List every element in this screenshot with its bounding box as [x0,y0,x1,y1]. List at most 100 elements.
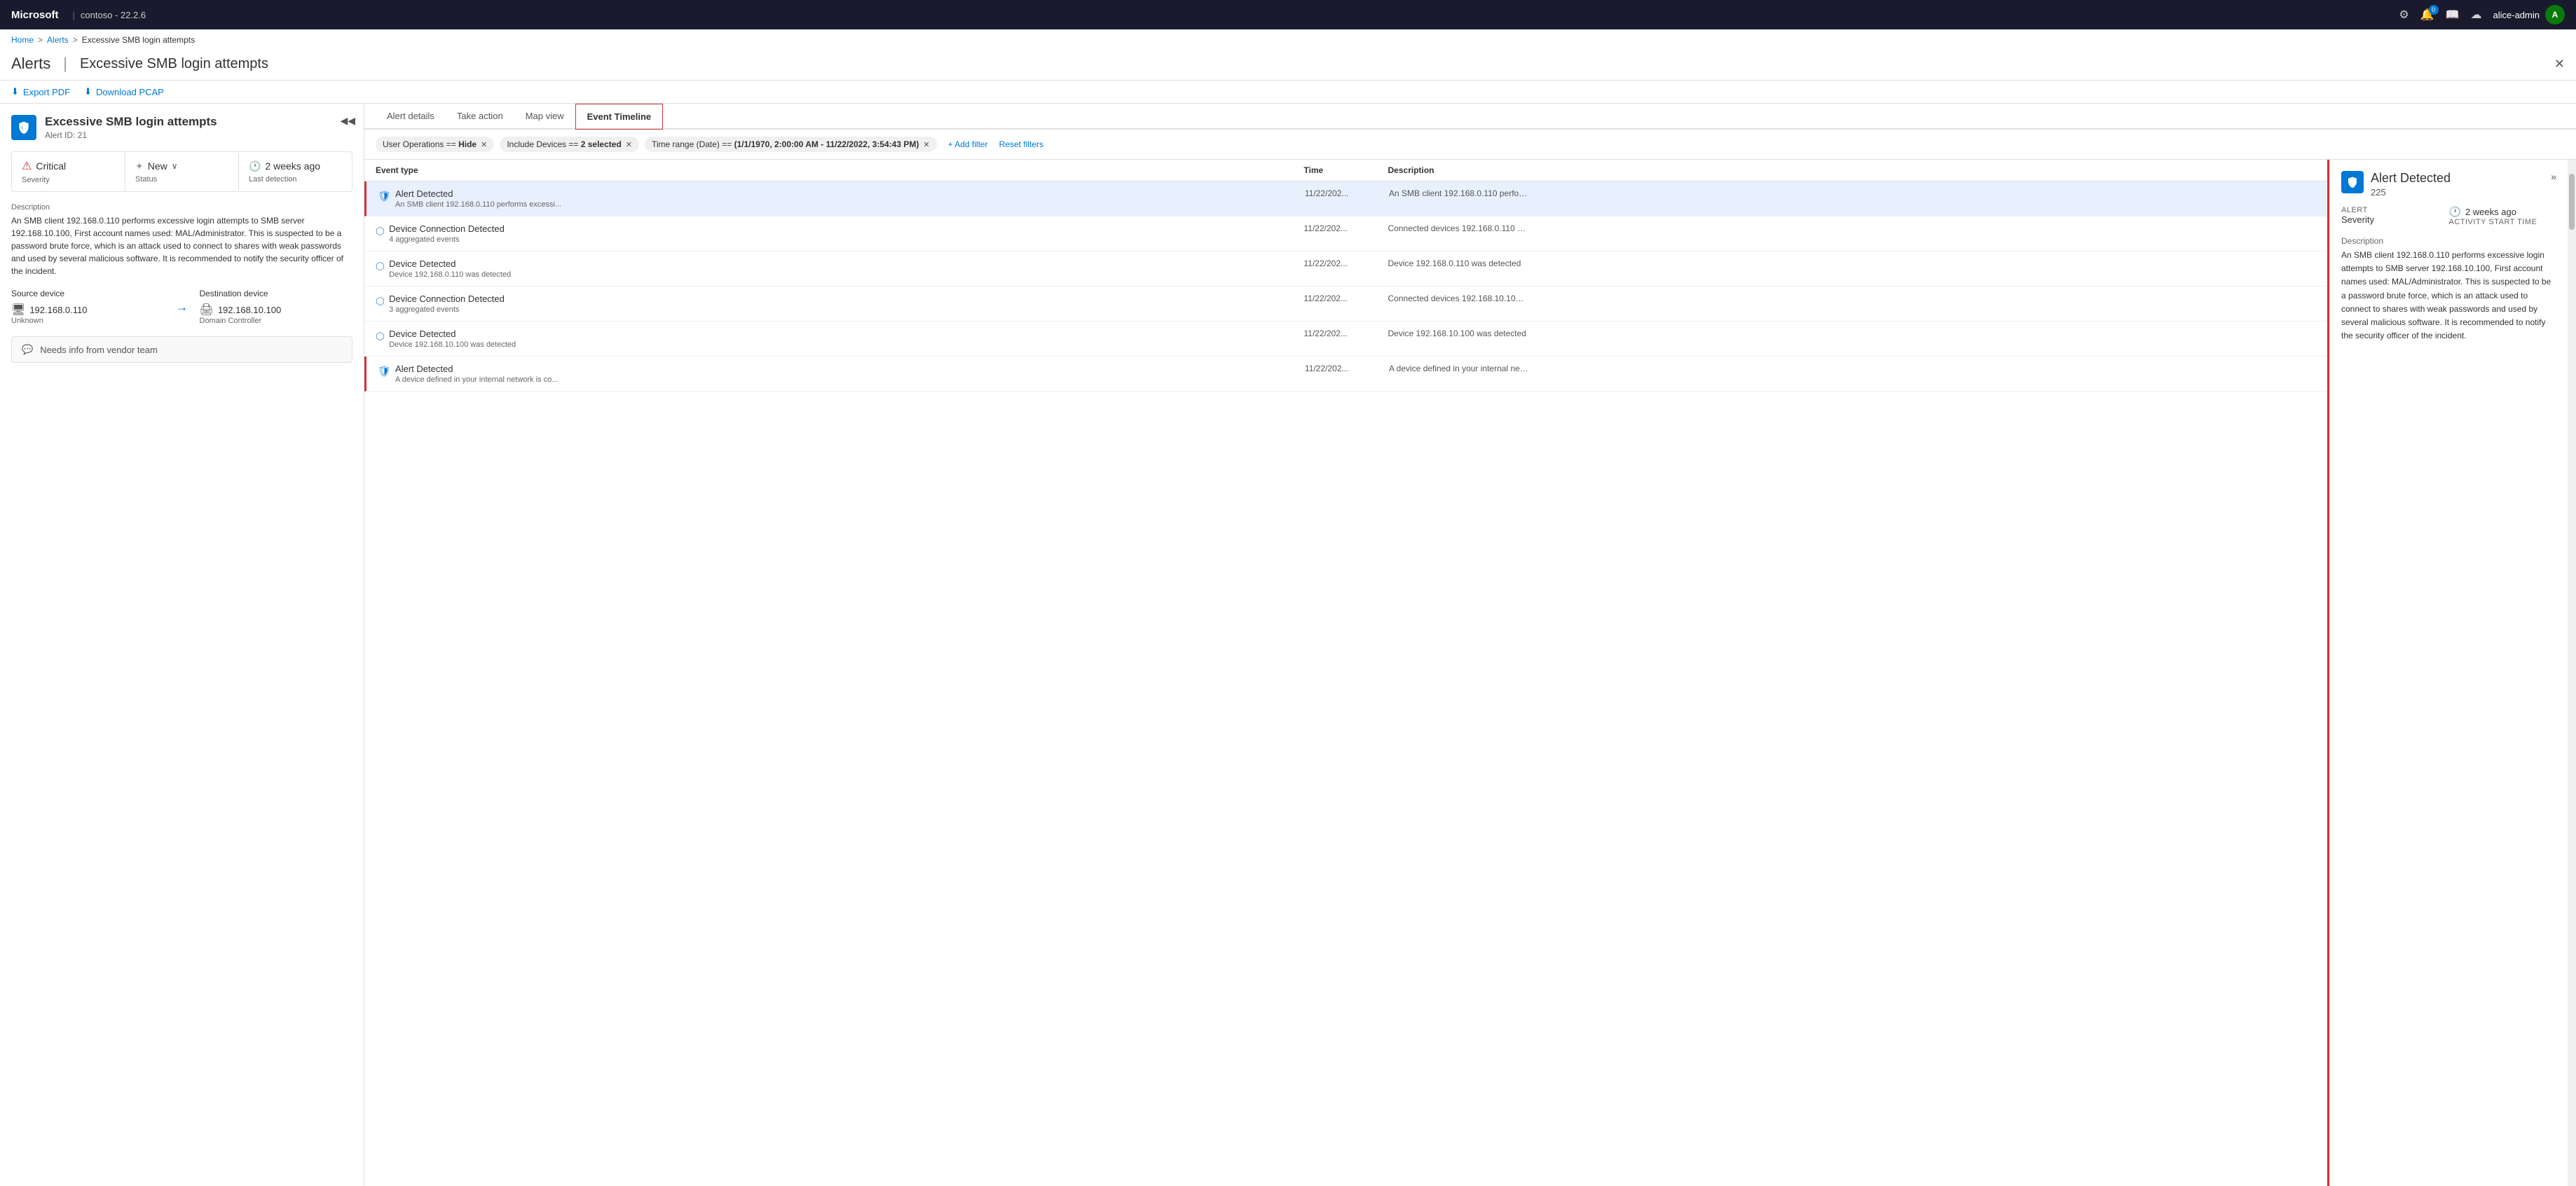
clock-icon: 🕐 [2449,206,2461,218]
page-title: Alerts [11,55,50,73]
breadcrumb-home[interactable]: Home [11,35,34,45]
nav-icons: ⚙ 🔔 0 📖 ☁ alice-admin A [2399,5,2565,25]
bell-icon[interactable]: 🔔 0 [2420,8,2434,22]
event-desc: An SMB client 192.168.0.110 performs [1389,188,1529,198]
chevron-down-icon[interactable]: ∨ [172,161,178,171]
username-label: alice-admin [2493,10,2540,20]
alert-id: Alert ID: 21 [45,130,217,140]
main-content: ◀◀ ! Excessive SMB login attempts Alert … [0,104,2576,1186]
status-value: ✦ New ∨ [135,160,228,172]
expand-icon[interactable]: » [2551,171,2556,182]
col-time: Time [1304,165,1388,175]
device-section: Source device 🖥 192.168.0.110 Unknown → … [11,289,352,325]
event-type-sub: A device defined in your internal networ… [395,375,558,384]
close-button[interactable]: ✕ [2554,57,2565,71]
page-header: Alerts | Excessive SMB login attempts ✕ [0,50,2576,81]
arrow-icon: → [165,300,200,315]
last-detection-cell: 🕐 2 weeks ago Last detection [239,153,352,191]
table-row[interactable]: ⬡ Device Detected Device 192.168.0.110 w… [364,251,2327,287]
alert-header: ! Excessive SMB login attempts Alert ID:… [11,115,352,140]
book-icon[interactable]: 📖 [2446,8,2460,22]
tab-alert-details[interactable]: Alert details [376,104,446,130]
severity-text: Critical [36,160,66,172]
detail-time-value: 🕐 2 weeks ago [2449,206,2557,218]
download-pcap-icon: ⬇ [84,86,92,97]
alert-title: Excessive SMB login attempts [45,115,217,129]
status-cell: ✦ New ∨ Status [125,153,239,191]
dest-device-ip: 🖨 192.168.10.100 [200,303,353,317]
detail-description-label: Description [2341,236,2556,246]
detail-time-col: 🕐 2 weeks ago Activity start time [2449,206,2557,226]
scrollbar[interactable] [2568,160,2576,1186]
cloud-icon[interactable]: ☁ [2471,8,2482,22]
tab-take-action[interactable]: Take action [446,104,514,130]
tab-map-view[interactable]: Map view [514,104,575,130]
detail-description-text: An SMB client 192.168.0.110 performs exc… [2341,249,2556,343]
event-desc: Connected devices 192.168.0.110 and [1388,223,1528,233]
col-event-type: Event type [376,165,1304,175]
download-pcap-button[interactable]: ⬇ Download PCAP [84,86,164,97]
event-type-cell: 🛡 Alert Detected A device defined in you… [378,364,1305,384]
event-time: 11/22/202... [1305,188,1389,198]
gear-icon[interactable]: ⚙ [2399,8,2409,22]
breadcrumb-sep1: > [38,35,43,45]
scrollbar-thumb[interactable] [2569,174,2575,230]
alert-info-row: ⚠ Critical Severity ✦ New ∨ Status 🕐 2 w… [11,151,352,192]
source-device-col: Source device 🖥 192.168.0.110 Unknown [11,289,165,325]
event-type-sub: 3 aggregated events [389,305,505,314]
event-type-sub: 4 aggregated events [389,235,505,244]
avatar: A [2545,5,2565,25]
event-time: 11/22/202... [1304,329,1388,338]
event-type-name: Device Detected [389,258,511,269]
cube-icon: ⬡ [376,295,385,308]
user-menu[interactable]: alice-admin A [2493,5,2565,25]
dest-device-col: Destination device 🖨 192.168.10.100 Doma… [200,289,353,325]
breadcrumb: Home > Alerts > Excessive SMB login atte… [0,29,2576,50]
dest-device-label: Destination device [200,289,353,298]
add-filter-button[interactable]: + Add filter [943,137,994,152]
comment-icon: 💬 [22,344,33,355]
shield-blue-icon: 🛡 [378,190,391,202]
detail-title: Alert Detected [2371,171,2451,186]
breadcrumb-alerts[interactable]: Alerts [47,35,69,45]
detail-header: Alert Detected 225 » [2341,171,2556,198]
last-detection-value: 🕐 2 weeks ago [249,160,342,172]
filter-devices-close[interactable]: ✕ [626,140,632,149]
filter-user-ops-close[interactable]: ✕ [481,140,487,149]
reset-filters-button[interactable]: Reset filters [999,139,1043,149]
toolbar: ⬇ Export PDF ⬇ Download PCAP [0,81,2576,104]
severity-cell: ⚠ Critical Severity [12,152,125,191]
event-desc: Device 192.168.10.100 was detected [1388,329,1528,338]
table-row[interactable]: 🛡 Alert Detected An SMB client 192.168.0… [364,181,2327,216]
event-tabs: Alert details Take action Map view Event… [364,104,2576,130]
event-table-container: Event type Time Description 🛡 Alert Dete… [364,160,2576,1186]
table-row[interactable]: 🛡 Alert Detected A device defined in you… [364,357,2327,392]
detail-severity-col: ALERT Severity [2341,206,2449,226]
filter-time-range: Time range (Date) == (1/1/1970, 2:00:00 … [645,137,937,152]
brand-name: Microsoft [11,9,59,21]
event-type-name: Alert Detected [395,364,558,374]
table-row[interactable]: ⬡ Device Detected Device 192.168.10.100 … [364,322,2327,357]
status-text: New [148,160,167,172]
event-type-name: Alert Detected [395,188,561,199]
event-table: Event type Time Description 🛡 Alert Dete… [364,160,2329,1186]
table-row[interactable]: ⬡ Device Connection Detected 4 aggregate… [364,216,2327,251]
detail-severity-value: Severity [2341,214,2449,225]
filter-time-close[interactable]: ✕ [923,140,929,149]
filter-include-devices: Include Devices == 2 selected ✕ [500,137,639,152]
filter-user-ops-label: User Operations == Hide [383,139,477,149]
collapse-panel-button[interactable]: ◀◀ [340,115,355,127]
svg-text:!: ! [22,125,23,132]
source-device-ip: 🖥 192.168.0.110 [11,303,165,317]
cube-icon: ⬡ [376,225,385,237]
detail-time-sub: Activity start time [2449,218,2557,226]
table-row[interactable]: ⬡ Device Connection Detected 3 aggregate… [364,287,2327,322]
tab-event-timeline[interactable]: Event Timeline [575,104,664,130]
event-type-sub: An SMB client 192.168.0.110 performs exc… [395,200,561,209]
event-time: 11/22/202... [1304,258,1388,268]
event-type-cell: ⬡ Device Detected Device 192.168.10.100 … [376,329,1304,349]
export-pdf-button[interactable]: ⬇ Export PDF [11,86,70,97]
event-type-cell: ⬡ Device Connection Detected 4 aggregate… [376,223,1304,244]
left-panel: ◀◀ ! Excessive SMB login attempts Alert … [0,104,364,1186]
event-type-name: Device Detected [389,329,516,339]
